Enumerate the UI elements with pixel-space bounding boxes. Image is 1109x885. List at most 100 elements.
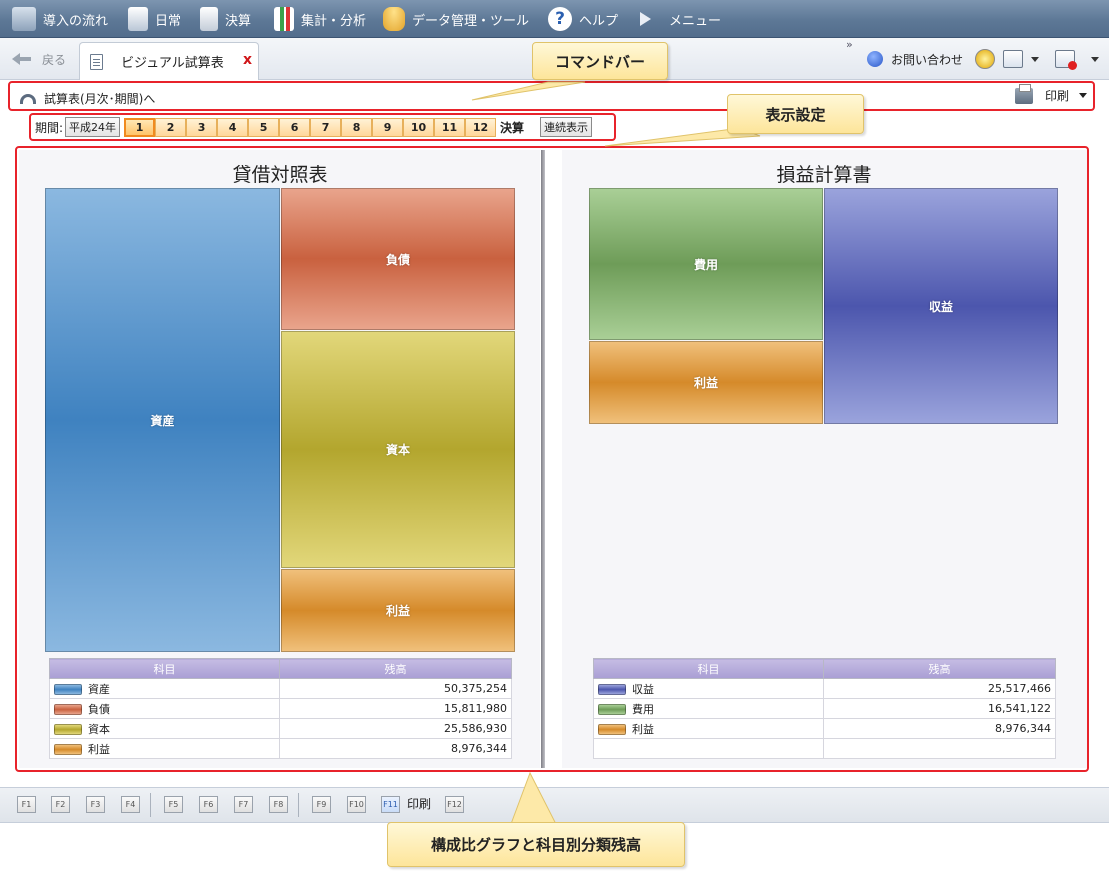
period-selector: 期間: 平成24年 1 2 3 4 5 6 7 8 9 10 11 12 決算 … xyxy=(29,113,616,141)
tab-close-icon[interactable]: x xyxy=(243,52,252,68)
menu-daily-label: 日常 xyxy=(155,13,182,29)
chevron-down-icon[interactable] xyxy=(1091,56,1099,62)
f11-print-label[interactable]: 印刷 xyxy=(407,795,431,812)
menu-closing[interactable]: 決算 xyxy=(200,0,251,38)
month-3-button[interactable]: 3 xyxy=(186,117,218,137)
month-10-button[interactable]: 10 xyxy=(403,117,435,137)
f4-key[interactable]: F4 xyxy=(121,796,140,813)
f11-key[interactable]: F11 xyxy=(381,796,400,813)
expense-swatch xyxy=(598,704,626,715)
menu-analysis-label: 集計・分析 xyxy=(301,13,367,29)
col-header-item: 科目 xyxy=(49,658,280,679)
f8-key[interactable]: F8 xyxy=(269,796,288,813)
expense-block-label: 費用 xyxy=(693,257,718,272)
revenue-block-label: 収益 xyxy=(928,299,953,314)
row-value: 50,375,254 xyxy=(279,678,512,699)
month-11-button[interactable]: 11 xyxy=(434,117,466,137)
printer-icon xyxy=(1014,83,1033,104)
menu-analysis[interactable]: 集計・分析 xyxy=(274,0,366,38)
document-icon xyxy=(90,53,103,70)
month-1-button[interactable]: 1 xyxy=(124,117,156,137)
window-close-icon[interactable] xyxy=(1055,50,1077,70)
liability-block-label: 負債 xyxy=(385,252,410,267)
month-7-button[interactable]: 7 xyxy=(310,117,342,137)
month-12-button[interactable]: 12 xyxy=(465,117,497,137)
asset-block-label: 資産 xyxy=(150,413,175,428)
menu-intro-flow-label: 導入の流れ xyxy=(43,13,109,29)
bs-profit-block[interactable]: 利益 xyxy=(281,569,515,652)
liability-block[interactable]: 負債 xyxy=(281,188,515,330)
row-name: 費用 xyxy=(632,702,654,716)
trial-balance-link[interactable]: 試算表(月次･期間)へ xyxy=(20,90,155,107)
overflow-chevron-icon[interactable]: » xyxy=(846,38,853,51)
asset-block[interactable]: 資産 xyxy=(45,188,280,652)
month-9-button[interactable]: 9 xyxy=(372,117,404,137)
menu-menu[interactable]: メニュー xyxy=(640,0,721,38)
menu-menu-label: メニュー xyxy=(669,13,722,29)
revenue-swatch xyxy=(598,684,626,695)
chevron-down-icon[interactable] xyxy=(1031,56,1039,62)
menu-help-label: ヘルプ xyxy=(579,13,619,29)
lightning-icon[interactable] xyxy=(975,49,995,69)
table-row[interactable]: 資産 50,375,254 xyxy=(49,678,512,699)
month-5-button[interactable]: 5 xyxy=(248,117,280,137)
row-name: 利益 xyxy=(88,742,110,756)
menu-data-tools[interactable]: データ管理・ツール xyxy=(383,0,529,38)
col-header-balance: 残高 xyxy=(279,658,512,679)
fkey-separator xyxy=(150,793,151,817)
row-value: 8,976,344 xyxy=(279,738,512,759)
f3-key[interactable]: F3 xyxy=(86,796,105,813)
menu-closing-label: 決算 xyxy=(225,13,252,29)
main-menu-bar: 導入の流れ 日常 決算 集計・分析 データ管理・ツール ? ヘルプ メニュー xyxy=(0,0,1109,38)
closing-period-button[interactable]: 決算 xyxy=(500,119,524,136)
table-row[interactable]: 負債 15,811,980 xyxy=(49,698,512,719)
f12-key[interactable]: F12 xyxy=(445,796,464,813)
table-row[interactable]: 資本 25,586,930 xyxy=(49,718,512,739)
table-row[interactable]: 利益 8,976,344 xyxy=(593,718,1056,739)
function-key-bar: F1 F2 F3 F4 F5 F6 F7 F8 F9 F10 F11 F12 xyxy=(0,787,1109,823)
row-value: 16,541,122 xyxy=(823,698,1056,719)
f7-key[interactable]: F7 xyxy=(234,796,253,813)
expense-block[interactable]: 費用 xyxy=(589,188,823,340)
tab-visual-trial-balance[interactable]: ビジュアル試算表 x xyxy=(79,42,259,80)
table-row[interactable]: 収益 25,517,466 xyxy=(593,678,1056,699)
f1-key[interactable]: F1 xyxy=(17,796,36,813)
pl-profit-block-label: 利益 xyxy=(693,376,718,390)
month-4-button[interactable]: 4 xyxy=(217,117,249,137)
chevron-down-icon[interactable] xyxy=(1079,93,1087,98)
graph-area: 貸借対照表 資産 負債 資本 利益 科目 残高 資産 50,375,254 負債… xyxy=(15,146,1089,772)
back-button[interactable]: 戻る xyxy=(12,49,66,69)
year-button[interactable]: 平成24年 xyxy=(65,117,121,137)
capital-block[interactable]: 資本 xyxy=(281,331,515,568)
contact-link[interactable]: お問い合わせ xyxy=(891,51,963,68)
income-statement-table: 科目 残高 収益 25,517,466 費用 16,541,122 利益 8,9… xyxy=(593,658,1056,759)
menu-help[interactable]: ? ヘルプ xyxy=(548,0,618,38)
print-button[interactable]: 印刷 xyxy=(1014,83,1087,104)
play-arrow-icon xyxy=(640,12,651,26)
menu-intro-flow[interactable]: 導入の流れ xyxy=(12,0,108,38)
menu-daily[interactable]: 日常 xyxy=(128,0,181,38)
income-statement-title: 損益計算書 xyxy=(776,164,872,186)
f10-key[interactable]: F10 xyxy=(347,796,366,813)
fkey-separator xyxy=(298,793,299,817)
month-6-button[interactable]: 6 xyxy=(279,117,311,137)
row-value: 25,517,466 xyxy=(823,678,1056,699)
right-toolbar: お問い合わせ xyxy=(866,48,1099,70)
table-row-empty xyxy=(593,738,1056,759)
row-name: 資本 xyxy=(88,722,110,736)
command-bar-callout: コマンドバー xyxy=(532,42,668,80)
pl-profit-block[interactable]: 利益 xyxy=(589,341,823,424)
pencil-document-icon xyxy=(128,7,148,31)
month-8-button[interactable]: 8 xyxy=(341,117,373,137)
month-2-button[interactable]: 2 xyxy=(155,117,187,137)
revenue-block[interactable]: 収益 xyxy=(824,188,1058,424)
f5-key[interactable]: F5 xyxy=(164,796,183,813)
continuous-display-button[interactable]: 連続表示 xyxy=(540,117,593,137)
table-row[interactable]: 利益 8,976,344 xyxy=(49,738,512,759)
table-row[interactable]: 費用 16,541,122 xyxy=(593,698,1056,719)
settings-star-icon[interactable] xyxy=(1003,50,1023,68)
f9-key[interactable]: F9 xyxy=(312,796,331,813)
f2-key[interactable]: F2 xyxy=(51,796,70,813)
f6-key[interactable]: F6 xyxy=(199,796,218,813)
panel-splitter[interactable] xyxy=(540,150,560,768)
